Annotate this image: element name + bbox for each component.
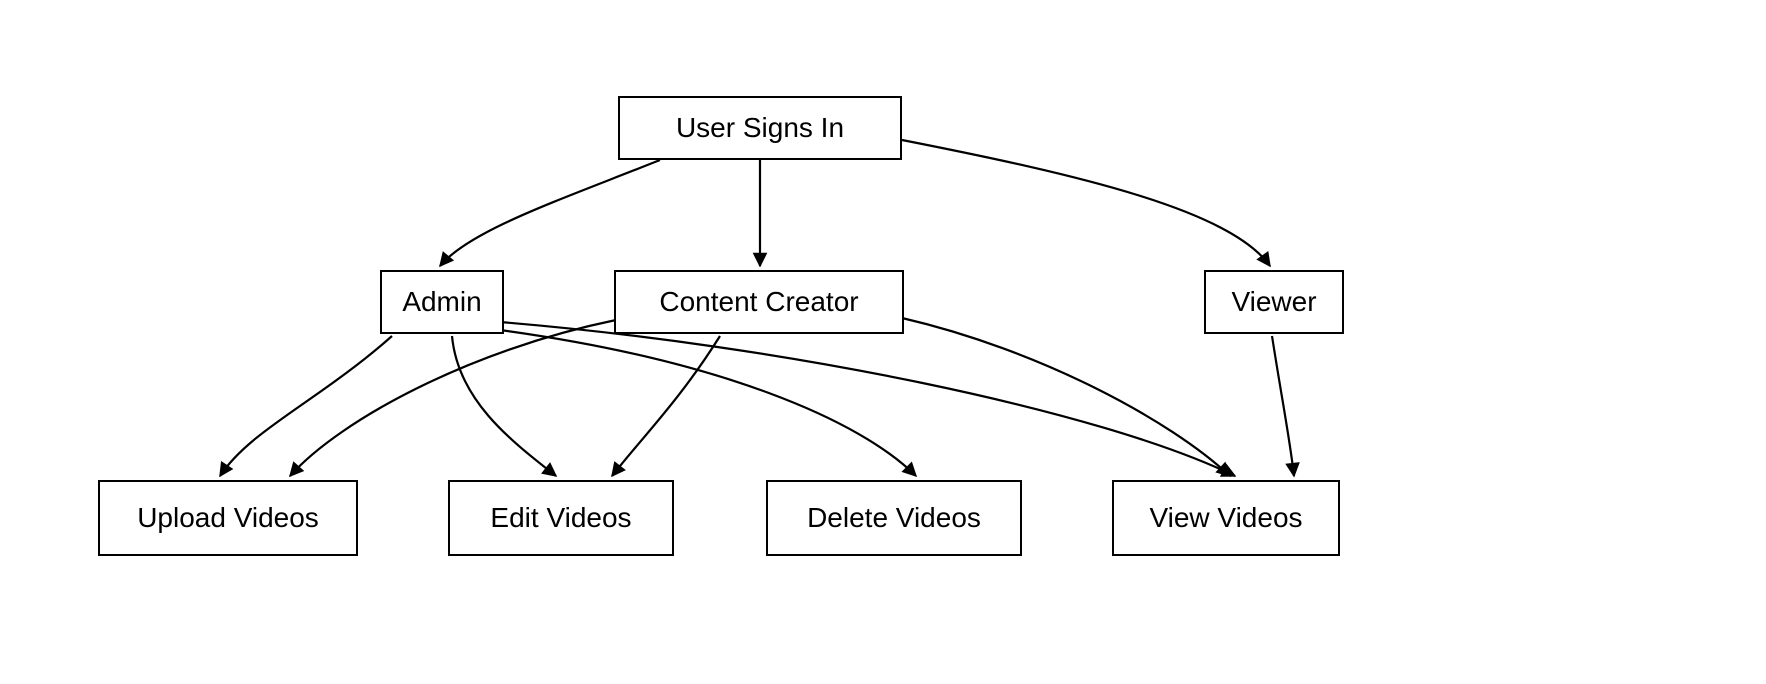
node-label: Viewer [1231,285,1316,319]
node-viewer: Viewer [1204,270,1344,334]
node-label: Content Creator [659,285,858,319]
node-label: Admin [402,285,481,319]
node-upload-videos: Upload Videos [98,480,358,556]
edge-creator-upload [290,320,616,476]
node-user-signs-in: User Signs In [618,96,902,160]
edge-admin-view [500,322,1235,476]
node-label: User Signs In [676,111,844,145]
edge-viewer-view [1272,336,1294,476]
edge-root-admin [440,160,660,266]
edge-creator-view [902,318,1230,476]
diagram-stage: User Signs In Admin Content Creator View… [0,0,1766,684]
node-view-videos: View Videos [1112,480,1340,556]
edge-admin-delete [500,330,916,476]
node-delete-videos: Delete Videos [766,480,1022,556]
node-label: Delete Videos [807,501,981,535]
edge-admin-edit [452,336,556,476]
node-label: View Videos [1149,501,1302,535]
node-label: Edit Videos [490,501,631,535]
node-edit-videos: Edit Videos [448,480,674,556]
node-content-creator: Content Creator [614,270,904,334]
edge-root-viewer [902,140,1270,266]
edge-creator-edit [612,336,720,476]
node-admin: Admin [380,270,504,334]
node-label: Upload Videos [137,501,319,535]
edge-admin-upload [220,336,392,476]
